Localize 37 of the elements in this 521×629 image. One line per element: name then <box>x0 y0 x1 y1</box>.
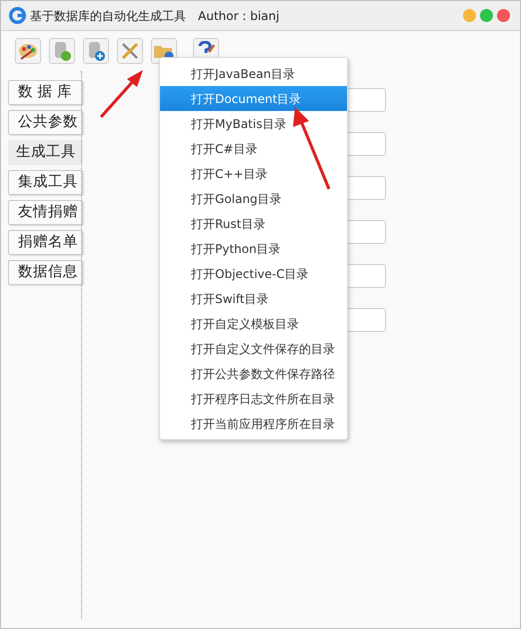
help-icon <box>197 41 215 53</box>
menu-item[interactable]: 打开Golang目录 <box>160 186 347 211</box>
menu-item[interactable]: 打开当前应用程序所在目录 <box>160 411 347 436</box>
sidebar-tab[interactable]: 公共参数 <box>8 110 83 135</box>
maximize-button[interactable] <box>480 9 493 22</box>
menu-item[interactable]: 打开Objective-C目录 <box>160 261 347 286</box>
sidebar-tab[interactable]: 友情捐赠 <box>8 200 83 225</box>
tools-button[interactable] <box>117 38 143 64</box>
database-icon <box>52 40 72 62</box>
tools-icon <box>120 41 140 61</box>
window-title: 基于数据库的自动化生成工具 <box>30 8 186 24</box>
database-add-button[interactable] <box>83 38 109 64</box>
menu-item[interactable]: 打开程序日志文件所在目录 <box>160 386 347 411</box>
menu-item[interactable]: 打开Swift目录 <box>160 286 347 311</box>
menu-item[interactable]: 打开JavaBean目录 <box>160 61 347 86</box>
sidebar-tab[interactable]: 生成工具 <box>8 140 83 165</box>
menu-item[interactable]: 打开C#目录 <box>160 136 347 161</box>
app-logo-icon <box>9 7 26 24</box>
arrow <box>100 70 143 118</box>
menu-item[interactable]: 打开C++目录 <box>160 161 347 186</box>
minimize-button[interactable] <box>463 9 476 22</box>
menu-item[interactable]: 打开Python目录 <box>160 236 347 261</box>
menu-item[interactable]: 打开自定义文件保存的目录 <box>160 336 347 361</box>
sidebar-tab[interactable]: 集成工具 <box>8 170 83 195</box>
sidebar-tab[interactable]: 数 据 库 <box>8 80 83 105</box>
sidebar-tab[interactable]: 数据信息 <box>8 260 83 285</box>
author-label: Author : bianj <box>198 8 280 24</box>
menu-item[interactable]: 打开自定义模板目录 <box>160 311 347 336</box>
database-button[interactable] <box>49 38 75 64</box>
sidebar-tab[interactable]: 捐赠名单 <box>8 230 83 255</box>
menu-item[interactable]: 打开Rust目录 <box>160 211 347 236</box>
menu-item[interactable]: 打开公共参数文件保存路径 <box>160 361 347 386</box>
palette-icon <box>18 41 38 61</box>
menu-item[interactable]: 打开MyBatis目录 <box>160 111 347 136</box>
database-add-icon <box>86 40 106 62</box>
close-button[interactable] <box>497 9 510 22</box>
palette-button[interactable] <box>15 38 41 64</box>
